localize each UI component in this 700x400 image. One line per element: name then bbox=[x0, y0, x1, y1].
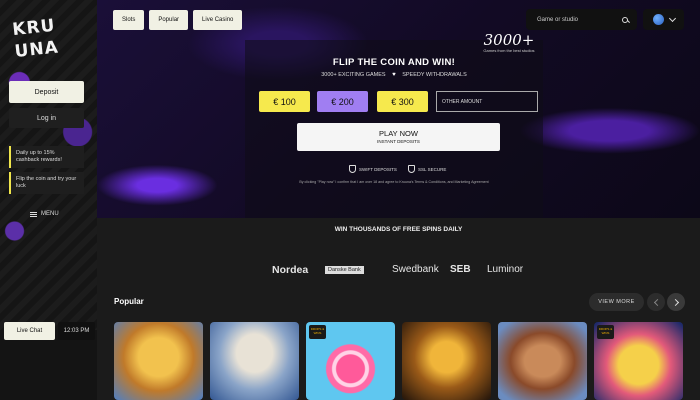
popular-section-title: Popular bbox=[114, 297, 144, 306]
promo-cashback[interactable]: Daily up to 15% cashback rewards! bbox=[9, 146, 84, 168]
free-spins-heading: WIN THOUSANDS OF FREE SPINS DAILY bbox=[334, 226, 463, 233]
hamburger-icon bbox=[30, 211, 37, 217]
menu-button[interactable]: MENU bbox=[30, 211, 59, 217]
tab-popular[interactable]: Popular bbox=[149, 10, 189, 30]
play-now-sublabel: INSTANT DEPOSITS bbox=[377, 139, 420, 144]
shield-icon bbox=[349, 165, 356, 173]
logo[interactable]: KRU UNA bbox=[11, 13, 74, 73]
game-tile[interactable]: DROPS & WINS bbox=[594, 322, 683, 400]
game-tile[interactable]: DROPS & WINS bbox=[306, 322, 395, 400]
clock: 12:03 PM bbox=[58, 322, 95, 340]
ssl-secure-label: SSL SECURE bbox=[418, 166, 447, 172]
chevron-left-icon bbox=[653, 298, 661, 306]
chevron-down-icon bbox=[668, 14, 676, 22]
amount-200-button[interactable]: € 200 bbox=[317, 91, 368, 112]
drops-wins-badge: DROPS & WINS bbox=[597, 325, 614, 339]
game-tile[interactable] bbox=[114, 322, 203, 400]
chevron-right-icon bbox=[671, 298, 679, 306]
category-tabs: Slots Popular Live Casino bbox=[113, 10, 243, 30]
search-input[interactable]: Game or studio bbox=[526, 9, 637, 30]
tab-live-casino[interactable]: Live Casino bbox=[193, 10, 243, 30]
view-more-button[interactable]: VIEW MORE bbox=[589, 293, 644, 311]
hero-sub-left: 3000+ EXCITING GAMES bbox=[321, 72, 386, 78]
tab-slots[interactable]: Slots bbox=[113, 10, 145, 30]
play-now-label: PLAY NOW bbox=[379, 129, 418, 138]
hero-sub-right: SPEEDY WITHDRAWALS bbox=[402, 72, 467, 78]
badge-subtitle: Games from the best studios bbox=[483, 48, 535, 53]
hero-banner: Slots Popular Live Casino Game or studio… bbox=[97, 0, 700, 218]
badge-number: 3000+ bbox=[483, 31, 535, 49]
amount-300-button[interactable]: € 300 bbox=[377, 91, 428, 112]
hero-subtitle: 3000+ EXCITING GAMES ♥ SPEEDY WITHDRAWAL… bbox=[245, 72, 543, 78]
play-now-button[interactable]: PLAY NOW INSTANT DEPOSITS bbox=[297, 123, 500, 151]
language-selector[interactable] bbox=[643, 9, 684, 30]
game-tile[interactable] bbox=[498, 322, 587, 400]
game-tile[interactable] bbox=[402, 322, 491, 400]
heart-icon: ♥ bbox=[392, 72, 396, 78]
carousel-prev-button[interactable] bbox=[647, 293, 665, 311]
hero-title: FLIP THE COIN AND WIN! bbox=[332, 57, 456, 68]
carousel-next-button[interactable] bbox=[667, 293, 685, 311]
login-button[interactable]: Log in bbox=[9, 108, 84, 128]
search-icon bbox=[622, 16, 628, 23]
bank-logo-seb: SEB bbox=[450, 264, 471, 275]
drops-wins-badge: DROPS & WINS bbox=[309, 325, 326, 339]
bank-logo-nordea: Nordea bbox=[272, 264, 309, 276]
ssl-secure-badge: SSL SECURE bbox=[408, 165, 446, 173]
legal-text: By clicking "Play now" I confirm that I … bbox=[299, 180, 489, 184]
page: KRU UNA Deposit Log in Daily up to 15% c… bbox=[0, 0, 700, 400]
sidebar: KRU UNA Deposit Log in Daily up to 15% c… bbox=[0, 0, 97, 400]
bank-logo-luminor: Luminor bbox=[487, 264, 524, 275]
deposit-button[interactable]: Deposit bbox=[9, 81, 84, 103]
bank-logo-swedbank: Swedbank bbox=[392, 264, 439, 275]
globe-icon bbox=[652, 14, 664, 25]
amount-100-button[interactable]: € 100 bbox=[259, 91, 310, 112]
game-tile[interactable] bbox=[210, 322, 299, 400]
live-chat-button[interactable]: Live Chat bbox=[4, 322, 55, 340]
menu-label: MENU bbox=[41, 211, 59, 217]
games-count-badge: 3000+ Games from the best studios bbox=[475, 33, 543, 58]
search-placeholder: Game or studio bbox=[537, 16, 579, 23]
shield-icon bbox=[408, 165, 415, 173]
bank-logo-danske: Danske Bank bbox=[325, 266, 364, 274]
swift-deposits-label: SWIFT DEPOSITS bbox=[359, 166, 397, 172]
swift-deposits-badge: SWIFT DEPOSITS bbox=[349, 165, 397, 173]
other-amount-input[interactable]: OTHER AMOUNT bbox=[436, 91, 538, 112]
promo-flip-coin[interactable]: Flip the coin and try your luck bbox=[9, 172, 84, 194]
